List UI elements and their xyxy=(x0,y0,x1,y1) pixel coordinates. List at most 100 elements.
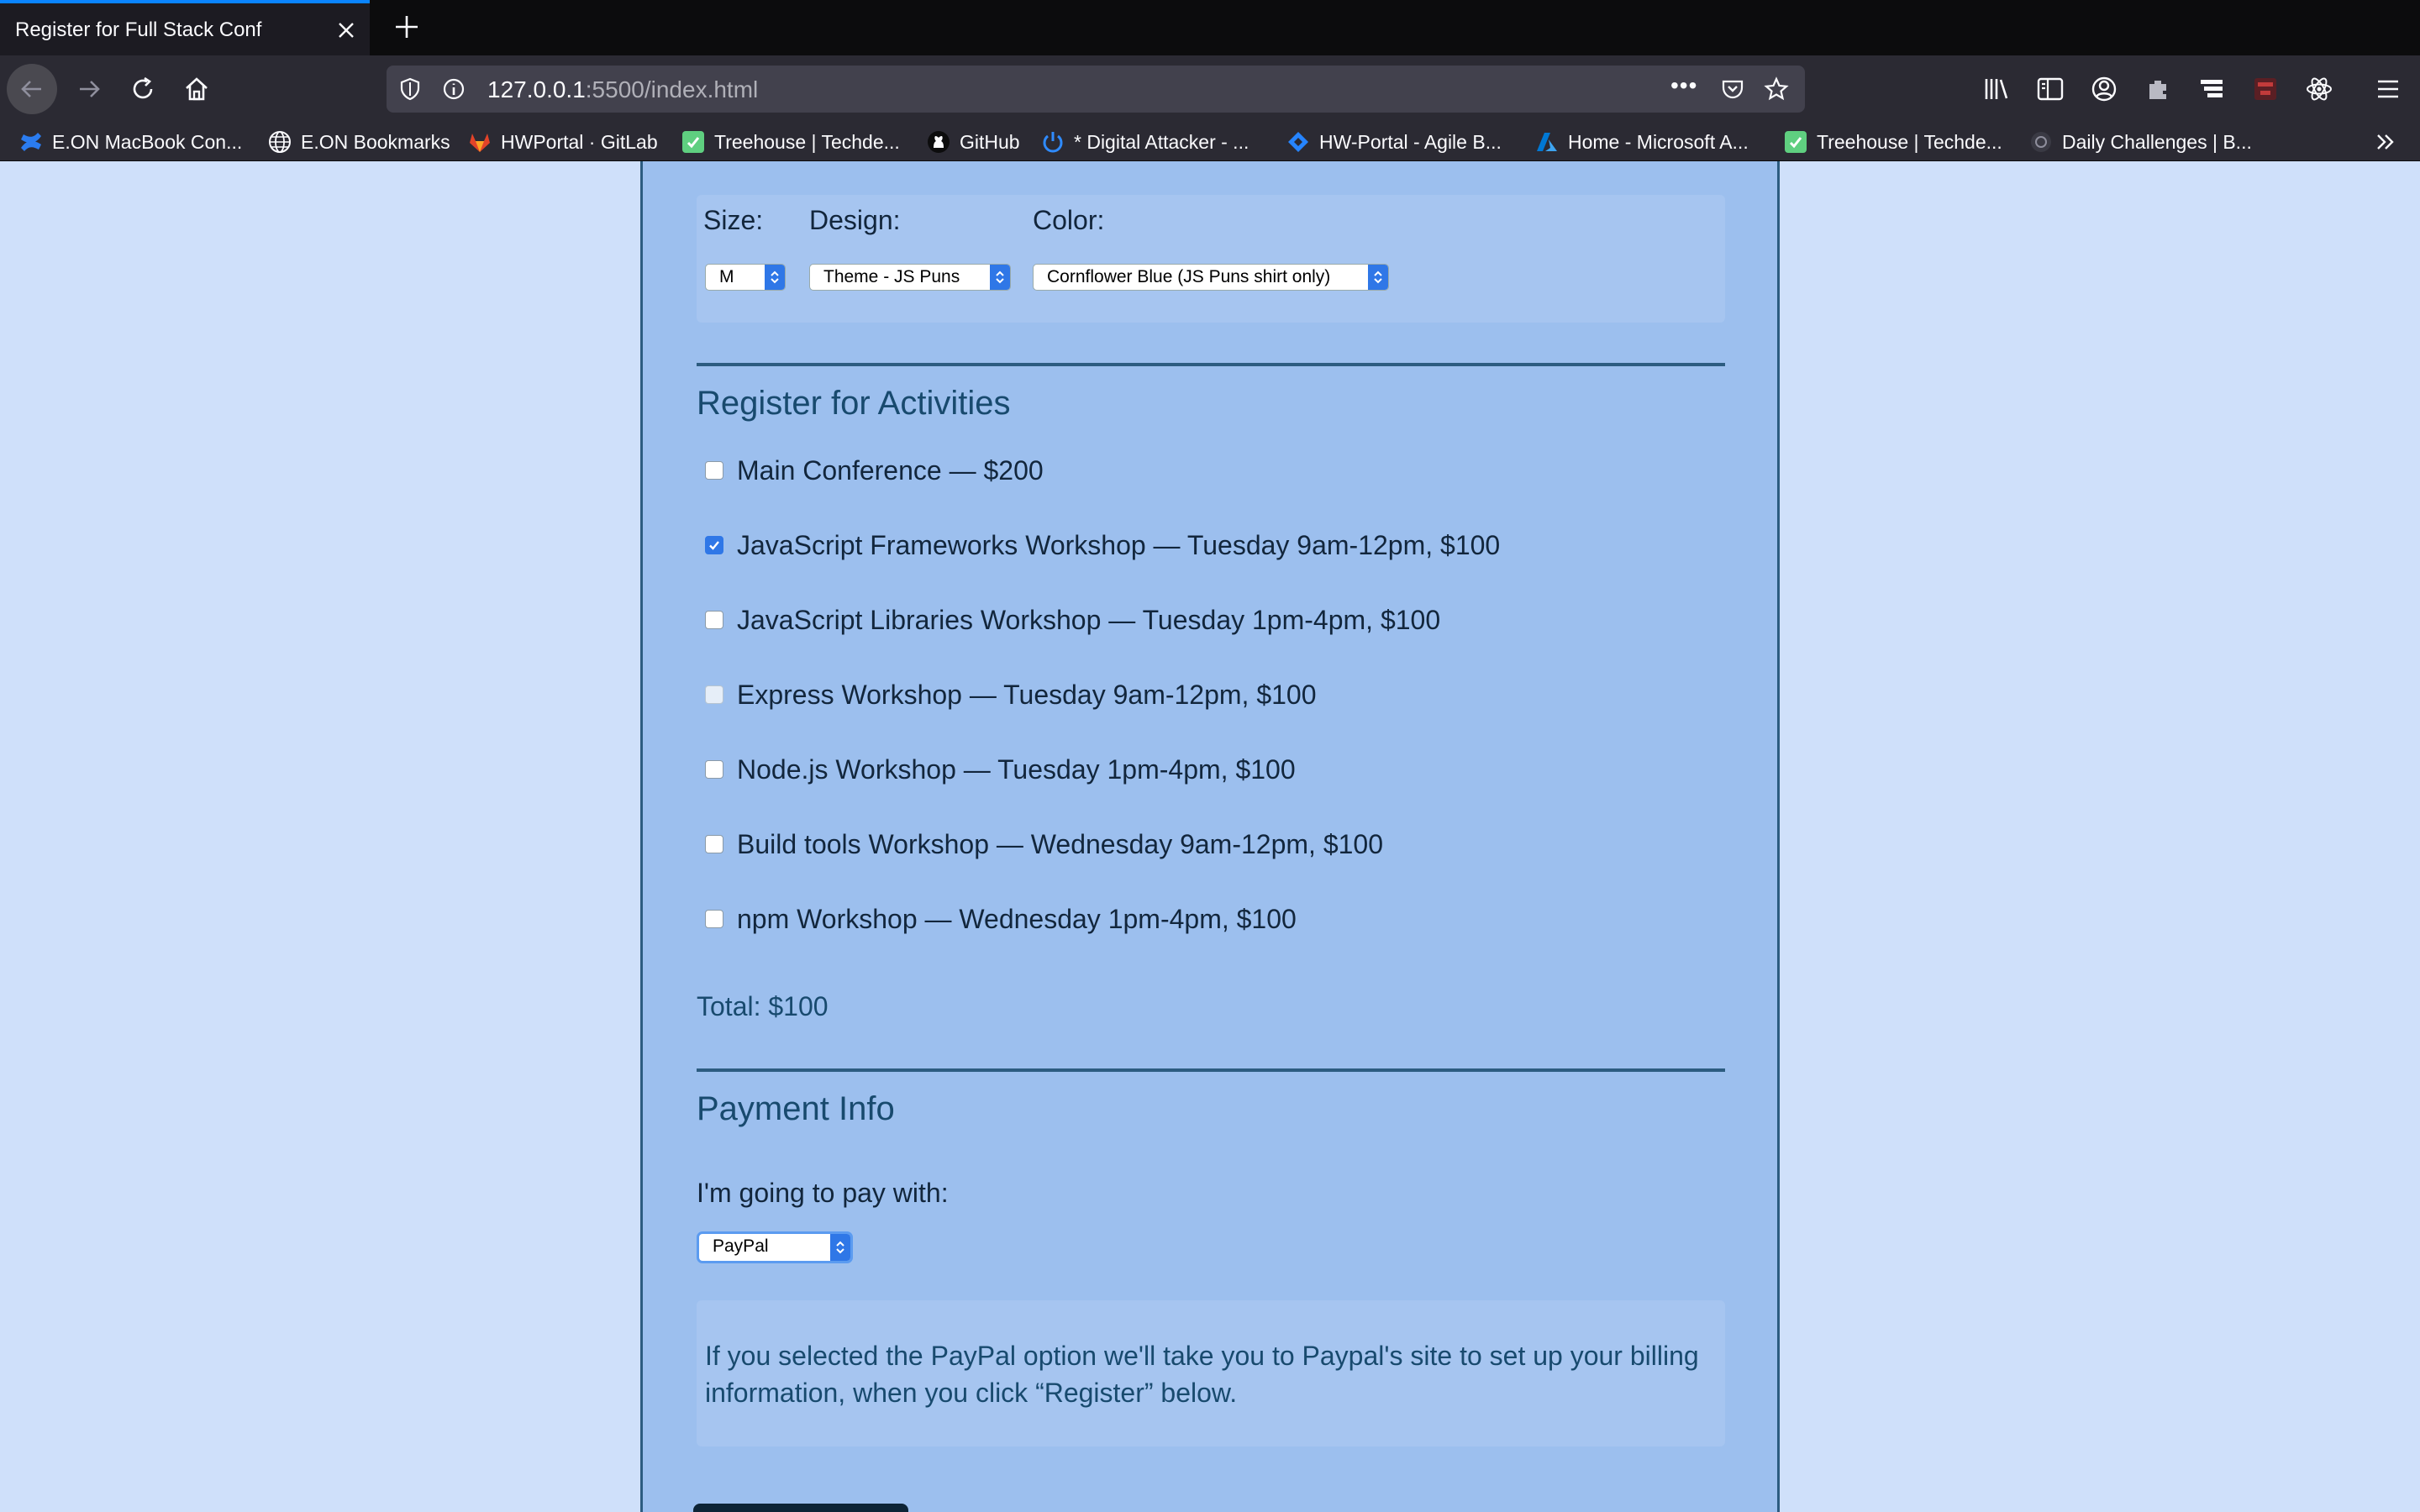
size-select-value: M xyxy=(719,267,734,286)
bookmark-item[interactable]: HW-Portal - Agile B... xyxy=(1286,128,1502,156)
select-chevron-icon xyxy=(1368,265,1388,290)
bookmark-item[interactable]: Treehouse | Techde... xyxy=(1783,128,2002,156)
activity-label: JavaScript Frameworks Workshop — Tuesday… xyxy=(737,529,1501,560)
power-icon xyxy=(1043,132,1063,153)
forward-button[interactable] xyxy=(64,64,114,114)
library-icon[interactable] xyxy=(1980,72,2013,106)
design-select-value: Theme - JS Puns xyxy=(823,267,960,286)
tab-stack-icon[interactable] xyxy=(2195,72,2228,106)
treehouse-icon xyxy=(1785,131,1807,153)
chevron-right-double-icon[interactable] xyxy=(2373,129,2398,155)
bookmark-item[interactable]: Daily Challenges | B... xyxy=(2028,128,2252,156)
extension-icon[interactable] xyxy=(2141,72,2175,106)
bookmark-label: Home - Microsoft A... xyxy=(1568,130,1749,153)
payment-heading: Payment Info xyxy=(697,1090,895,1127)
activity-checkbox[interactable] xyxy=(705,760,723,779)
activity-label: Build tools Workshop — Wednesday 9am-12p… xyxy=(737,828,1383,859)
bookmark-label: GitHub xyxy=(960,130,1020,153)
select-chevron-icon xyxy=(830,1234,850,1261)
gitlab-icon xyxy=(470,134,490,152)
azure-icon xyxy=(1537,133,1557,151)
page-viewport: Size: Design: Color: M Theme - JS Puns C… xyxy=(0,161,2420,1512)
page-actions-menu-icon[interactable]: ••• xyxy=(1670,72,1697,99)
close-tab-icon[interactable] xyxy=(333,17,360,44)
activity-checkbox[interactable] xyxy=(705,685,723,704)
activity-checkbox[interactable] xyxy=(705,536,723,554)
paypal-info: If you selected the PayPal option we'll … xyxy=(697,1300,1725,1446)
bookmark-item[interactable]: HWPortal · GitLab xyxy=(467,128,658,156)
design-select[interactable]: Theme - JS Puns xyxy=(809,264,1011,291)
bookmark-item[interactable]: Home - Microsoft A... xyxy=(1534,128,1749,156)
activity-item[interactable]: Main Conference — $200 xyxy=(705,452,1044,489)
section-divider xyxy=(697,363,1725,366)
bookmark-label: Treehouse | Techde... xyxy=(714,130,900,153)
activity-label: Express Workshop — Tuesday 9am-12pm, $10… xyxy=(737,679,1317,710)
tab-active[interactable]: Register for Full Stack Conf xyxy=(0,0,370,55)
size-label: Size: xyxy=(703,205,764,235)
activities-heading: Register for Activities xyxy=(697,385,1011,422)
account-icon[interactable] xyxy=(2087,72,2121,106)
tab-strip: Register for Full Stack Conf xyxy=(0,0,2420,55)
bookmark-item[interactable]: GitHub xyxy=(926,128,1020,156)
hamburger-menu-icon[interactable] xyxy=(2371,72,2405,106)
home-icon xyxy=(186,77,208,101)
activity-checkbox[interactable] xyxy=(705,611,723,629)
jira-icon xyxy=(1288,132,1308,152)
bookmark-item[interactable]: * Digital Attacker - ... xyxy=(1040,128,1249,156)
payment-method-label: I'm going to pay with: xyxy=(697,1178,949,1208)
bookmark-item[interactable]: E.ON MacBook Con... xyxy=(18,128,242,156)
url-text: 127.0.0.1:5500/index.html xyxy=(487,76,758,103)
activity-item[interactable]: JavaScript Libraries Workshop — Tuesday … xyxy=(705,601,1440,638)
cors-extension-icon[interactable] xyxy=(2249,72,2282,106)
back-button[interactable] xyxy=(7,64,57,114)
activity-checkbox[interactable] xyxy=(705,835,723,853)
activity-label: Main Conference — $200 xyxy=(737,454,1044,486)
bookmark-star-icon[interactable] xyxy=(1763,76,1790,102)
globe-icon xyxy=(269,131,291,153)
select-chevron-icon xyxy=(990,265,1010,290)
challenge-icon xyxy=(2031,132,2051,152)
new-tab-icon[interactable] xyxy=(392,12,422,42)
color-select[interactable]: Cornflower Blue (JS Puns shirt only) xyxy=(1033,264,1389,291)
activity-label: Node.js Workshop — Tuesday 1pm-4pm, $100 xyxy=(737,753,1296,785)
activity-checkbox[interactable] xyxy=(705,461,723,480)
home-button[interactable] xyxy=(171,64,222,114)
register-button[interactable] xyxy=(693,1504,908,1512)
color-select-value: Cornflower Blue (JS Puns shirt only) xyxy=(1047,267,1331,286)
bookmark-label: HW-Portal - Agile B... xyxy=(1319,130,1502,153)
navigation-toolbar: 127.0.0.1:5500/index.html ••• xyxy=(0,55,2420,123)
bookmark-label: * Digital Attacker - ... xyxy=(1074,130,1249,153)
url-host: 127.0.0.1 xyxy=(487,76,586,102)
address-bar[interactable]: 127.0.0.1:5500/index.html ••• xyxy=(387,66,1805,113)
bookmark-label: E.ON MacBook Con... xyxy=(52,130,243,153)
activity-item[interactable]: Express Workshop — Tuesday 9am-12pm, $10… xyxy=(705,676,1317,713)
github-icon xyxy=(928,131,950,153)
bookmark-item[interactable]: E.ON Bookmarks xyxy=(267,128,450,156)
info-icon[interactable] xyxy=(440,76,467,102)
reload-button[interactable] xyxy=(118,64,168,114)
react-devtools-icon[interactable] xyxy=(2302,72,2336,106)
activity-item[interactable]: npm Workshop — Wednesday 1pm-4pm, $100 xyxy=(705,900,1297,937)
bookmark-item[interactable]: Treehouse | Techde... xyxy=(681,128,900,156)
url-path: :5500/index.html xyxy=(585,76,759,102)
shirt-info-box: Size: Design: Color: M Theme - JS Puns C… xyxy=(697,195,1725,323)
section-divider xyxy=(697,1068,1725,1072)
activity-label: JavaScript Libraries Workshop — Tuesday … xyxy=(737,604,1441,635)
payment-method-value: PayPal xyxy=(713,1236,769,1256)
sidebar-icon[interactable] xyxy=(2033,72,2067,106)
payment-method-select[interactable]: PayPal xyxy=(697,1231,853,1263)
pocket-icon[interactable] xyxy=(1719,76,1746,102)
tab-title: Register for Full Stack Conf xyxy=(15,18,262,41)
bookmark-label: E.ON Bookmarks xyxy=(301,130,450,153)
activity-label: npm Workshop — Wednesday 1pm-4pm, $100 xyxy=(737,903,1297,934)
shield-icon[interactable] xyxy=(397,76,424,102)
bookmark-label: HWPortal · GitLab xyxy=(501,130,658,153)
select-chevron-icon xyxy=(765,265,785,290)
activity-checkbox[interactable] xyxy=(705,910,723,928)
size-select[interactable]: M xyxy=(705,264,786,291)
bookmark-label: Daily Challenges | B... xyxy=(2062,130,2252,153)
bookmark-label: Treehouse | Techde... xyxy=(1817,130,2002,153)
activity-item[interactable]: JavaScript Frameworks Workshop — Tuesday… xyxy=(705,527,1500,564)
activity-item[interactable]: Build tools Workshop — Wednesday 9am-12p… xyxy=(705,826,1383,863)
activity-item[interactable]: Node.js Workshop — Tuesday 1pm-4pm, $100 xyxy=(705,751,1296,788)
